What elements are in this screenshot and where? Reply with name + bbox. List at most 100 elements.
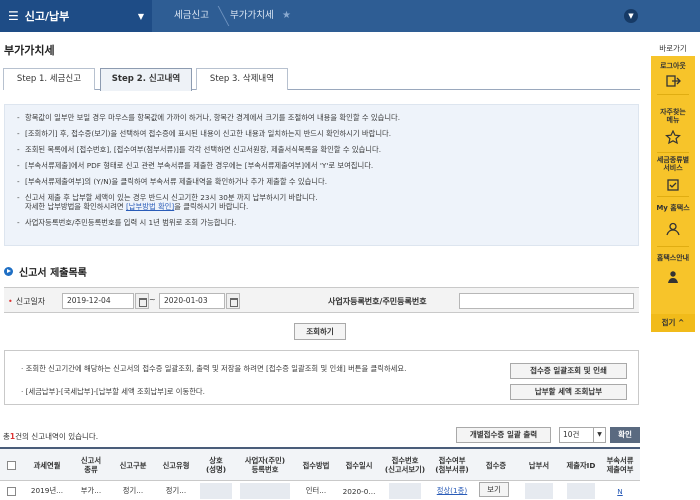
bullet-arrow-icon xyxy=(4,267,13,276)
quick-menu: 바로가기 로그아웃 자주찾는 메뉴 세금종류별 서비스 My 홈택스 홈택스안내… xyxy=(651,40,695,332)
business-number-input[interactable] xyxy=(459,293,634,309)
notice-text: · 조회한 신고기간에 해당하는 신고서의 접수증 일괄조회, 출력 및 저장을… xyxy=(21,364,407,373)
tab-step-1[interactable]: Step 1. 세금신고 xyxy=(3,68,95,90)
top-navigation-bar: ☰ 신고/납부 ▼ 세금신고 부가가치세 ★ ▼ xyxy=(0,0,700,32)
quick-hometax-guide[interactable]: 홈택스안내 xyxy=(651,254,695,262)
favorite-star-icon[interactable]: ★ xyxy=(282,0,291,32)
status-cell: 정상(1종) xyxy=(430,482,474,500)
masked-submitter-cell xyxy=(561,482,601,500)
table-cell: 정기... xyxy=(165,486,187,495)
info-item: [부속서류제출]에서 PDF 형태로 신고 관련 부속서류를 제출한 경우에는 … xyxy=(17,161,628,170)
column-header: 사업자(주민) 등록번호 xyxy=(244,456,286,474)
page-size-value: 10건 xyxy=(563,430,580,439)
quick-tax-service[interactable]: 세금종류별 서비스 xyxy=(651,156,695,172)
quick-menu-panel: 로그아웃 자주찾는 메뉴 세금종류별 서비스 My 홈택스 홈택스안내 접기 ^ xyxy=(651,56,695,332)
column-header: 신고유형 xyxy=(162,460,190,470)
column-header: 신고서 종류 xyxy=(80,456,102,474)
quick-menu-title: 바로가기 xyxy=(659,44,687,53)
table-cell: 2020-0... xyxy=(342,486,376,496)
masked-value xyxy=(567,483,595,499)
column-header: 제출자ID xyxy=(566,460,596,470)
row-checkbox[interactable] xyxy=(6,486,16,496)
column-header: 접수일시 xyxy=(345,460,373,470)
tax-payment-inquiry-button[interactable]: 납부할 세액 조회납부 xyxy=(510,384,627,400)
calendar-icon[interactable] xyxy=(226,293,240,309)
batch-receipt-print-button[interactable]: 접수증 일괄조회 및 인쇄 xyxy=(510,363,627,379)
checkbox-icon xyxy=(667,179,679,191)
masked-number-cell xyxy=(236,482,294,500)
table-cell: 2019년... xyxy=(30,486,64,495)
masked-name-cell xyxy=(198,482,234,500)
column-header: 접수증 xyxy=(485,460,507,470)
column-header: 납부서 xyxy=(528,460,550,470)
tab-step-3[interactable]: Step 3. 삭제내역 xyxy=(196,68,288,90)
confirm-button[interactable]: 확인 xyxy=(610,427,640,443)
table-cell: 정기... xyxy=(122,486,144,495)
quick-separator xyxy=(657,196,689,197)
column-header: 부속서류 제출여부 xyxy=(606,456,634,474)
step-tabs: Step 1. 세금신고 Step 2. 신고내역 Step 3. 삭제내역 xyxy=(3,68,640,91)
batch-print-button[interactable]: 개별접수증 일괄 출력 xyxy=(456,427,551,443)
section-title: 신고서 제출목록 xyxy=(19,268,87,279)
main-menu-button[interactable]: ☰ 신고/납부 ▼ xyxy=(0,0,152,32)
search-button[interactable]: 조회하기 xyxy=(294,323,346,340)
logout-icon xyxy=(666,75,681,87)
view-receipt-button[interactable]: 보기 xyxy=(479,482,509,497)
table-cell: 인터... xyxy=(305,486,327,495)
quick-favorite-menu[interactable]: 자주찾는 메뉴 xyxy=(651,108,695,124)
quick-logout[interactable]: 로그아웃 xyxy=(651,62,695,70)
info-text: 을 클릭하시기 바랍니다. xyxy=(174,202,249,211)
main-menu-label: 신고/납부 xyxy=(24,10,70,23)
date-to-input[interactable]: 2020-01-03 xyxy=(159,293,225,309)
column-header: 접수여부 (첨부서류) xyxy=(435,456,469,474)
caret-down-icon: ▼ xyxy=(137,12,144,21)
info-guide-box: 항목값이 일부만 보일 경우 마우스를 항목값에 가까이 하거나, 항목간 경계… xyxy=(4,104,639,246)
date-from-input[interactable]: 2019-12-04 xyxy=(62,293,134,309)
attachment-cell: N xyxy=(600,482,640,500)
masked-value xyxy=(240,483,290,499)
quick-separator xyxy=(657,94,689,95)
payment-method-link[interactable]: [납부방법 확인] xyxy=(126,202,174,211)
quick-separator xyxy=(657,152,689,153)
chevron-down-icon[interactable]: ▼ xyxy=(624,9,638,23)
info-item: 조회된 목록에서 [접수번호], [접수여부(첨부서류)]를 각각 선택하면 신… xyxy=(17,145,628,154)
guide-person-icon xyxy=(668,271,678,283)
page-size-select[interactable]: 10건 ▼ xyxy=(559,427,606,443)
attachment-link[interactable]: N xyxy=(617,487,622,496)
column-header: 신고구분 xyxy=(119,460,147,470)
table-cell: 부가... xyxy=(80,486,102,495)
breadcrumb-tax-filing[interactable]: 세금신고 xyxy=(174,0,209,32)
dropdown-arrow-icon: ▼ xyxy=(593,428,605,442)
date-label-text: 신고일자 xyxy=(15,297,46,306)
status-link[interactable]: 정상(1종) xyxy=(437,486,467,496)
quick-my-hometax[interactable]: My 홈택스 xyxy=(651,204,695,212)
quick-logout-label: 로그아웃 xyxy=(660,62,686,70)
business-number-label: 사업자등록번호/주민등록번호 xyxy=(328,297,427,306)
required-dot-icon: • xyxy=(8,297,13,306)
page-title: 부가가치세 xyxy=(4,44,55,57)
info-payment-method-line: 자세한 납부방법을 확인하시려면 [납부방법 확인]을 클릭하시기 바랍니다. xyxy=(25,202,628,211)
quick-fold-button[interactable]: 접기 ^ xyxy=(651,314,695,332)
breadcrumb-separator xyxy=(213,0,225,32)
search-form: • 신고일자 2019-12-04 ~ 2020-01-03 사업자등록번호/주민… xyxy=(4,287,639,313)
calendar-icon[interactable] xyxy=(135,293,149,309)
row-checkbox-cell xyxy=(0,482,22,500)
select-all-header xyxy=(0,449,22,481)
info-item-payment: 신고서 제출 후 납부할 세액이 있는 경우 반드시 신고기한 23시 30분 … xyxy=(17,193,628,211)
date-label: • 신고일자 xyxy=(8,296,45,307)
range-tilde: ~ xyxy=(149,295,156,304)
info-item: [조회하기] 후, 접수증(보기)을 선택하여 접수증에 표시된 내용이 신고한… xyxy=(17,129,628,138)
info-payment-line: 신고서 제출 후 납부할 세액이 있는 경우 반드시 신고기한 23시 30분 … xyxy=(25,193,318,202)
masked-value xyxy=(200,483,232,499)
masked-receipt-number-cell[interactable] xyxy=(382,482,428,500)
result-table: 과세연월 신고서 종류 신고구분 신고유형 상호 (성명) 사업자(주민) 등록… xyxy=(0,447,640,500)
hamburger-icon: ☰ xyxy=(8,9,19,23)
masked-payment-cell xyxy=(518,482,560,500)
breadcrumb-vat[interactable]: 부가가치세 xyxy=(230,0,274,32)
info-item: 사업자등록번호/주민등록번호를 입력 시 1년 범위로 조회 가능합니다. xyxy=(17,218,628,227)
table-header: 과세연월 신고서 종류 신고구분 신고유형 상호 (성명) 사업자(주민) 등록… xyxy=(0,449,640,481)
select-all-checkbox[interactable] xyxy=(6,460,16,470)
quick-separator xyxy=(657,246,689,247)
column-header: 과세연월 xyxy=(33,460,61,470)
tab-step-2[interactable]: Step 2. 신고내역 xyxy=(100,68,192,91)
